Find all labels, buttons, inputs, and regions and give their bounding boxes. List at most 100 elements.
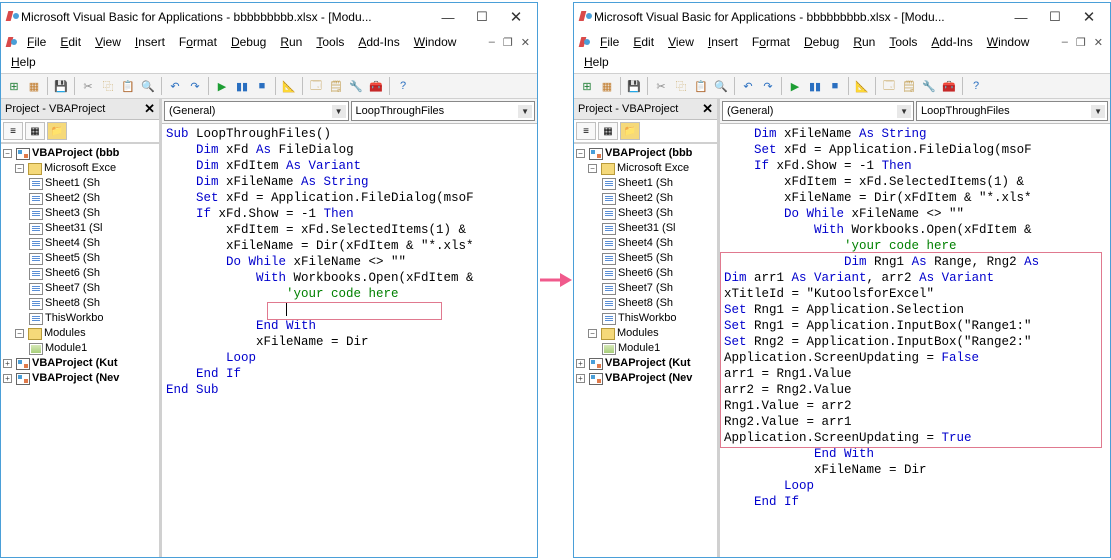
break-icon[interactable]: ▮▮ xyxy=(233,77,251,95)
pane-close-icon[interactable]: ✕ xyxy=(702,101,713,117)
menu-format[interactable]: Format xyxy=(746,33,796,51)
menu-file[interactable]: File xyxy=(594,33,625,51)
properties-icon[interactable]: 🗒 xyxy=(327,77,345,95)
toolbox-icon[interactable]: 🧰 xyxy=(940,77,958,95)
project-icon[interactable]: 🗔 xyxy=(880,77,898,95)
cut-icon[interactable]: ✂ xyxy=(79,77,97,95)
design-icon[interactable]: 📐 xyxy=(280,77,298,95)
mdi-close[interactable]: ✕ xyxy=(1091,36,1106,49)
paste-icon[interactable]: 📋 xyxy=(119,77,137,95)
insert-module-icon[interactable]: ▦ xyxy=(598,77,616,95)
collapse-icon[interactable]: − xyxy=(15,164,24,173)
menu-run[interactable]: Run xyxy=(847,33,881,51)
object-browser-icon[interactable]: 🔧 xyxy=(920,77,938,95)
help-icon[interactable]: ? xyxy=(394,77,412,95)
redo-icon[interactable]: ↷ xyxy=(186,77,204,95)
menu-tools[interactable]: Tools xyxy=(310,33,350,51)
folder-icon[interactable]: 📁 xyxy=(620,122,640,140)
sheet-icon xyxy=(29,313,43,325)
menu-edit[interactable]: Edit xyxy=(627,33,660,51)
undo-icon[interactable]: ↶ xyxy=(739,77,757,95)
menu-help[interactable]: Help xyxy=(5,53,533,71)
view-code-icon[interactable]: ≡ xyxy=(576,122,596,140)
undo-icon[interactable]: ↶ xyxy=(166,77,184,95)
expand-icon[interactable]: + xyxy=(3,374,12,383)
menu-debug[interactable]: Debug xyxy=(225,33,272,51)
expand-icon[interactable]: + xyxy=(3,359,12,368)
view-object-icon[interactable]: ▦ xyxy=(598,122,618,140)
view-object-icon[interactable]: ▦ xyxy=(25,122,45,140)
cut-icon[interactable]: ✂ xyxy=(652,77,670,95)
break-icon[interactable]: ▮▮ xyxy=(806,77,824,95)
design-icon[interactable]: 📐 xyxy=(853,77,871,95)
project-icon[interactable]: 🗔 xyxy=(307,77,325,95)
save-icon[interactable]: 💾 xyxy=(52,77,70,95)
project-tree[interactable]: −VBAProject (bbb −Microsoft Exce Sheet1 … xyxy=(574,143,717,557)
workarea: Project - VBAProject ✕ ≡ ▦ 📁 −VBAProject… xyxy=(1,99,537,557)
find-icon[interactable]: 🔍 xyxy=(139,77,157,95)
folder-icon xyxy=(28,163,42,175)
folder-icon[interactable]: 📁 xyxy=(47,122,67,140)
insert-module-icon[interactable]: ▦ xyxy=(25,77,43,95)
copy-icon[interactable]: ⿻ xyxy=(672,77,690,95)
minimize-button[interactable]: — xyxy=(431,6,465,28)
menu-format[interactable]: Format xyxy=(173,33,223,51)
scope-dropdown[interactable]: (General) xyxy=(722,101,914,121)
mdi-minimize[interactable]: – xyxy=(1059,36,1071,49)
menu-file[interactable]: File xyxy=(21,33,52,51)
excel-icon[interactable]: ⊞ xyxy=(578,77,596,95)
code-editor[interactable]: Sub LoopThroughFiles() Dim xFd As FileDi… xyxy=(162,124,537,557)
mdi-icon[interactable] xyxy=(5,35,19,49)
scope-dropdown[interactable]: (General) xyxy=(164,101,349,121)
menu-view[interactable]: View xyxy=(662,33,700,51)
help-icon[interactable]: ? xyxy=(967,77,985,95)
paste-icon[interactable]: 📋 xyxy=(692,77,710,95)
reset-icon[interactable]: ■ xyxy=(826,77,844,95)
excel-icon[interactable]: ⊞ xyxy=(5,77,23,95)
close-button[interactable]: ✕ xyxy=(499,6,533,28)
code-editor[interactable]: Dim xFileName As String Set xFd = Applic… xyxy=(720,124,1110,557)
find-icon[interactable]: 🔍 xyxy=(712,77,730,95)
copy-icon[interactable]: ⿻ xyxy=(99,77,117,95)
menu-insert[interactable]: Insert xyxy=(129,33,171,51)
menu-insert[interactable]: Insert xyxy=(702,33,744,51)
reset-icon[interactable]: ■ xyxy=(253,77,271,95)
properties-icon[interactable]: 🗒 xyxy=(900,77,918,95)
collapse-icon[interactable]: − xyxy=(3,149,12,158)
procedure-dropdown[interactable]: LoopThroughFiles xyxy=(916,101,1108,121)
mdi-restore[interactable]: ❐ xyxy=(500,36,516,49)
menu-edit[interactable]: Edit xyxy=(54,33,87,51)
menu-tools[interactable]: Tools xyxy=(883,33,923,51)
save-icon[interactable]: 💾 xyxy=(625,77,643,95)
run-icon[interactable]: ▶ xyxy=(213,77,231,95)
menu-view[interactable]: View xyxy=(89,33,127,51)
redo-icon[interactable]: ↷ xyxy=(759,77,777,95)
object-browser-icon[interactable]: 🔧 xyxy=(347,77,365,95)
menu-debug[interactable]: Debug xyxy=(798,33,845,51)
menu-run[interactable]: Run xyxy=(274,33,308,51)
pane-close-icon[interactable]: ✕ xyxy=(144,101,155,117)
titlebar[interactable]: Microsoft Visual Basic for Applications … xyxy=(1,3,537,31)
mdi-restore[interactable]: ❐ xyxy=(1073,36,1089,49)
menu-help[interactable]: Help xyxy=(578,53,1106,71)
minimize-button[interactable]: — xyxy=(1004,6,1038,28)
maximize-button[interactable]: ☐ xyxy=(1038,6,1072,28)
sheet-icon xyxy=(602,298,616,310)
menu-addins[interactable]: Add-Ins xyxy=(352,33,405,51)
menu-window[interactable]: Window xyxy=(981,33,1036,51)
titlebar[interactable]: Microsoft Visual Basic for Applications … xyxy=(574,3,1110,31)
menu-window[interactable]: Window xyxy=(408,33,463,51)
toolbox-icon[interactable]: 🧰 xyxy=(367,77,385,95)
project-icon xyxy=(16,148,30,160)
mdi-close[interactable]: ✕ xyxy=(518,36,533,49)
menu-addins[interactable]: Add-Ins xyxy=(925,33,978,51)
collapse-icon[interactable]: − xyxy=(15,329,24,338)
mdi-minimize[interactable]: – xyxy=(486,36,498,49)
project-tree[interactable]: −VBAProject (bbb −Microsoft Exce Sheet1 … xyxy=(1,143,159,557)
close-button[interactable]: ✕ xyxy=(1072,6,1106,28)
run-icon[interactable]: ▶ xyxy=(786,77,804,95)
view-code-icon[interactable]: ≡ xyxy=(3,122,23,140)
maximize-button[interactable]: ☐ xyxy=(465,6,499,28)
procedure-dropdown[interactable]: LoopThroughFiles xyxy=(351,101,536,121)
mdi-icon[interactable] xyxy=(578,35,592,49)
